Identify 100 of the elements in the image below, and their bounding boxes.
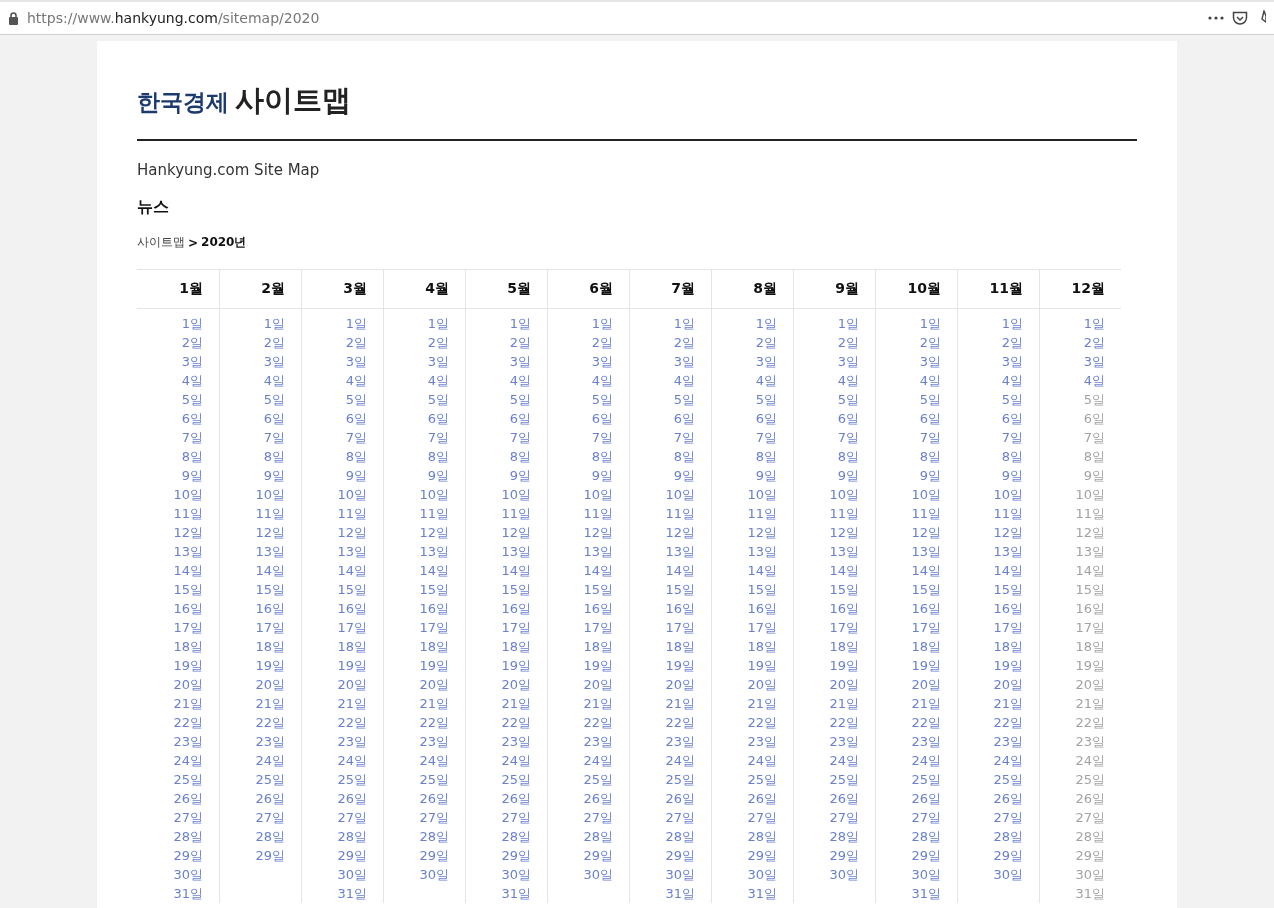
day-link[interactable]: 23일: [911, 732, 941, 751]
day-link[interactable]: 3일: [263, 352, 285, 371]
day-link[interactable]: 21일: [911, 694, 941, 713]
day-link[interactable]: 2일: [837, 333, 859, 352]
day-link[interactable]: 22일: [419, 713, 449, 732]
day-link[interactable]: 12일: [993, 523, 1023, 542]
day-link[interactable]: 18일: [993, 637, 1023, 656]
day-link[interactable]: 30일: [501, 865, 531, 884]
day-link[interactable]: 11일: [501, 504, 531, 523]
day-link[interactable]: 21일: [255, 694, 285, 713]
day-link[interactable]: 18일: [665, 637, 695, 656]
day-link[interactable]: 8일: [919, 447, 941, 466]
day-link[interactable]: 1일: [345, 314, 367, 333]
day-link[interactable]: 12일: [173, 523, 203, 542]
day-link[interactable]: 10일: [419, 485, 449, 504]
day-link[interactable]: 20일: [255, 675, 285, 694]
day-link[interactable]: 5일: [181, 390, 203, 409]
day-link[interactable]: 12일: [255, 523, 285, 542]
day-link[interactable]: 3일: [1001, 352, 1023, 371]
day-link[interactable]: 5일: [919, 390, 941, 409]
day-link[interactable]: 26일: [747, 789, 777, 808]
day-link[interactable]: 7일: [1001, 428, 1023, 447]
day-link[interactable]: 24일: [911, 751, 941, 770]
day-link[interactable]: 3일: [919, 352, 941, 371]
day-link[interactable]: 18일: [255, 637, 285, 656]
day-link[interactable]: 15일: [993, 580, 1023, 599]
day-link[interactable]: 5일: [263, 390, 285, 409]
day-link[interactable]: 20일: [583, 675, 613, 694]
day-link[interactable]: 8일: [837, 447, 859, 466]
day-link[interactable]: 16일: [665, 599, 695, 618]
day-link[interactable]: 22일: [255, 713, 285, 732]
day-link[interactable]: 15일: [501, 580, 531, 599]
day-link[interactable]: 2일: [345, 333, 367, 352]
day-link[interactable]: 13일: [419, 542, 449, 561]
day-link[interactable]: 2일: [509, 333, 531, 352]
day-link[interactable]: 22일: [583, 713, 613, 732]
day-link[interactable]: 29일: [993, 846, 1023, 865]
day-link[interactable]: 5일: [673, 390, 695, 409]
day-link[interactable]: 19일: [911, 656, 941, 675]
day-link[interactable]: 12일: [911, 523, 941, 542]
day-link[interactable]: 22일: [829, 713, 859, 732]
day-link[interactable]: 24일: [747, 751, 777, 770]
day-link[interactable]: 7일: [181, 428, 203, 447]
day-link[interactable]: 27일: [993, 808, 1023, 827]
day-link[interactable]: 24일: [419, 751, 449, 770]
day-link[interactable]: 19일: [173, 656, 203, 675]
day-link[interactable]: 13일: [583, 542, 613, 561]
day-link[interactable]: 11일: [665, 504, 695, 523]
day-link[interactable]: 11일: [255, 504, 285, 523]
day-link[interactable]: 17일: [173, 618, 203, 637]
day-link[interactable]: 13일: [747, 542, 777, 561]
day-link[interactable]: 24일: [993, 751, 1023, 770]
day-link[interactable]: 11일: [337, 504, 367, 523]
day-link[interactable]: 21일: [501, 694, 531, 713]
day-link[interactable]: 14일: [993, 561, 1023, 580]
day-link[interactable]: 14일: [255, 561, 285, 580]
day-link[interactable]: 28일: [829, 827, 859, 846]
day-link[interactable]: 3일: [509, 352, 531, 371]
day-link[interactable]: 7일: [755, 428, 777, 447]
day-link[interactable]: 2일: [1001, 333, 1023, 352]
day-link[interactable]: 13일: [501, 542, 531, 561]
day-link[interactable]: 20일: [665, 675, 695, 694]
day-link[interactable]: 10일: [911, 485, 941, 504]
day-link[interactable]: 15일: [911, 580, 941, 599]
day-link[interactable]: 25일: [993, 770, 1023, 789]
day-link[interactable]: 2일: [427, 333, 449, 352]
day-link[interactable]: 2일: [263, 333, 285, 352]
day-link[interactable]: 25일: [419, 770, 449, 789]
breadcrumb-link[interactable]: 사이트맵: [137, 234, 185, 251]
day-link[interactable]: 24일: [583, 751, 613, 770]
day-link[interactable]: 31일: [747, 884, 777, 903]
day-link[interactable]: 10일: [255, 485, 285, 504]
day-link[interactable]: 27일: [501, 808, 531, 827]
day-link[interactable]: 16일: [255, 599, 285, 618]
day-link[interactable]: 1일: [1083, 314, 1105, 333]
day-link[interactable]: 20일: [501, 675, 531, 694]
day-link[interactable]: 18일: [911, 637, 941, 656]
day-link[interactable]: 15일: [747, 580, 777, 599]
day-link[interactable]: 25일: [665, 770, 695, 789]
day-link[interactable]: 16일: [829, 599, 859, 618]
day-link[interactable]: 30일: [665, 865, 695, 884]
day-link[interactable]: 13일: [337, 542, 367, 561]
day-link[interactable]: 27일: [829, 808, 859, 827]
day-link[interactable]: 9일: [755, 466, 777, 485]
day-link[interactable]: 14일: [337, 561, 367, 580]
day-link[interactable]: 20일: [993, 675, 1023, 694]
day-link[interactable]: 23일: [255, 732, 285, 751]
day-link[interactable]: 23일: [993, 732, 1023, 751]
day-link[interactable]: 5일: [427, 390, 449, 409]
day-link[interactable]: 9일: [919, 466, 941, 485]
day-link[interactable]: 23일: [829, 732, 859, 751]
day-link[interactable]: 5일: [509, 390, 531, 409]
day-link[interactable]: 12일: [337, 523, 367, 542]
day-link[interactable]: 16일: [501, 599, 531, 618]
day-link[interactable]: 21일: [173, 694, 203, 713]
day-link[interactable]: 31일: [665, 884, 695, 903]
pocket-icon[interactable]: [1232, 10, 1248, 26]
day-link[interactable]: 30일: [419, 865, 449, 884]
day-link[interactable]: 28일: [419, 827, 449, 846]
day-link[interactable]: 21일: [747, 694, 777, 713]
